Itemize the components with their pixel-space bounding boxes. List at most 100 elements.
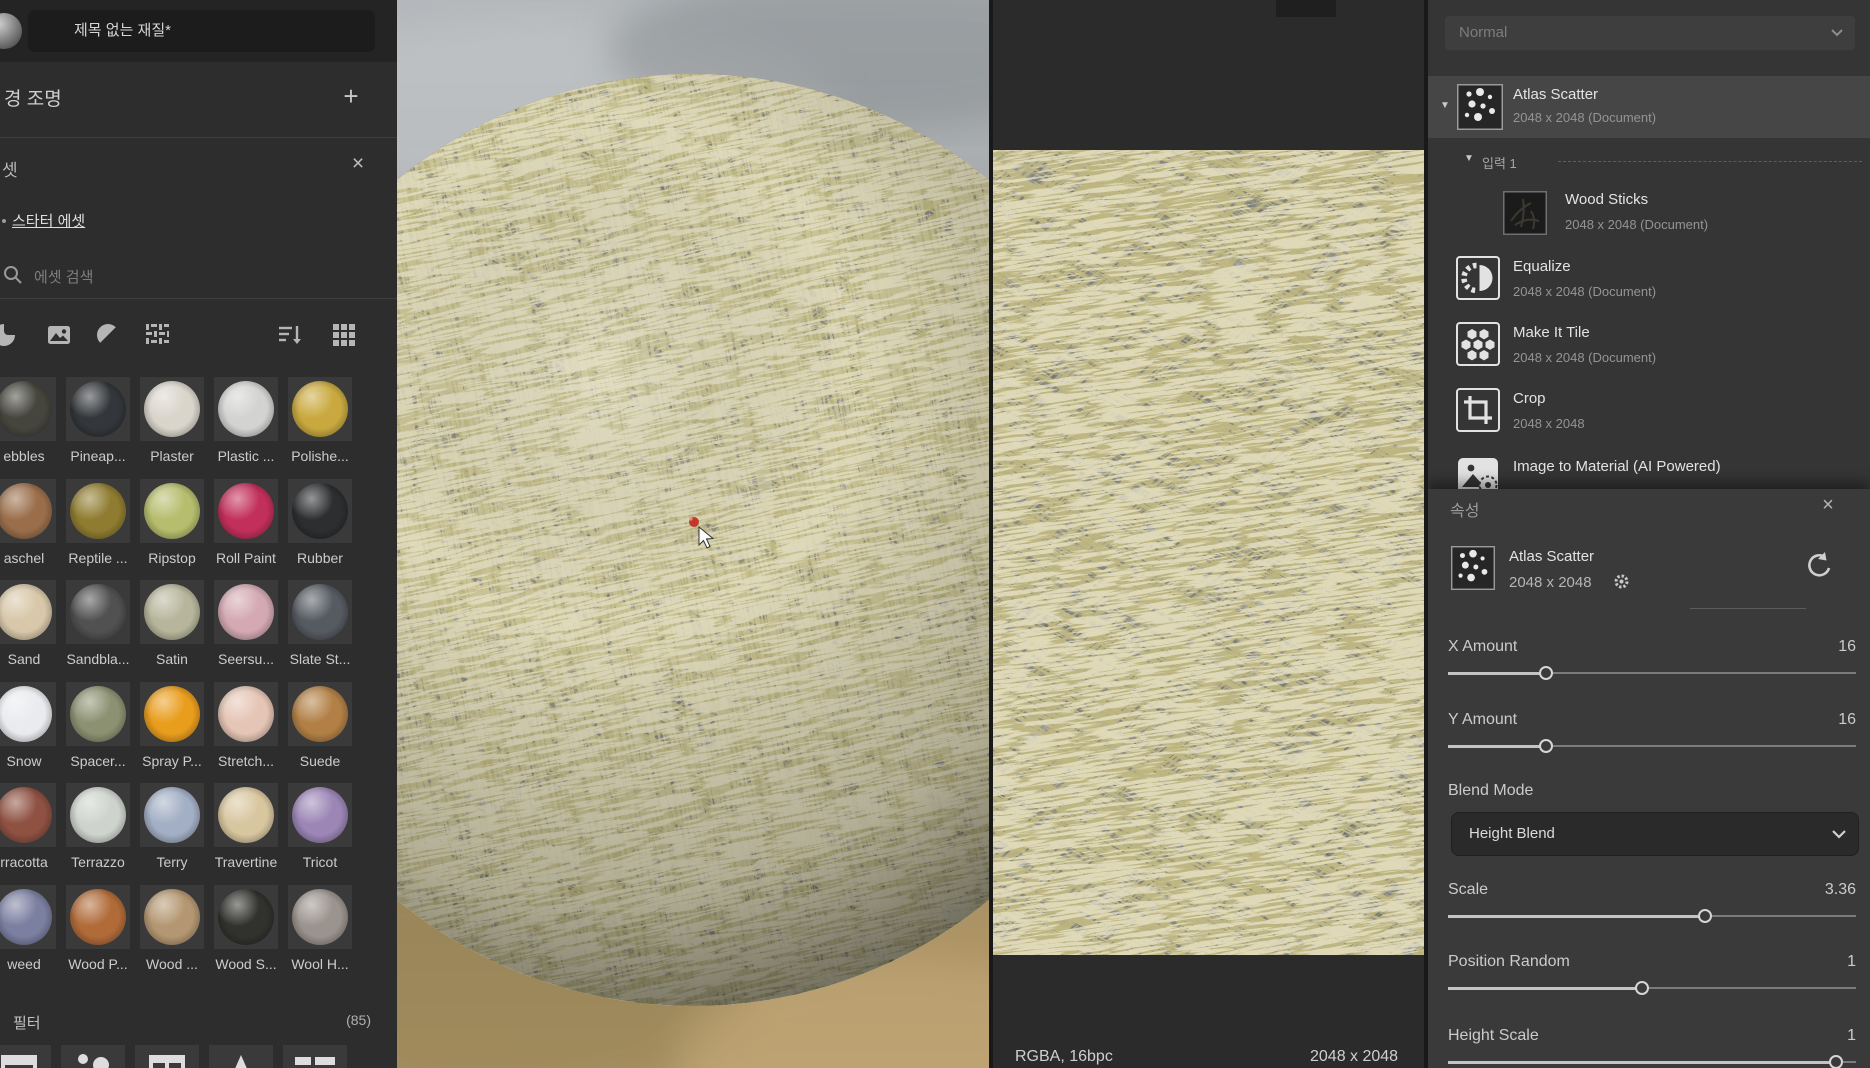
material-swatch-rubber[interactable]: Rubber	[283, 479, 357, 566]
layer-row-crop[interactable]: Crop 2048 x 2048	[1428, 384, 1870, 440]
grid-view-icon[interactable]	[331, 322, 357, 348]
material-thumbnail[interactable]	[0, 479, 56, 543]
slider-handle[interactable]	[1635, 981, 1649, 995]
material-thumbnail[interactable]	[66, 580, 130, 644]
material-swatch-polishe[interactable]: Polishe...	[283, 377, 357, 464]
material-thumbnail[interactable]	[214, 885, 278, 949]
asset-search-field[interactable]: 에셋 검색	[0, 260, 397, 292]
material-thumbnail[interactable]	[140, 479, 204, 543]
material-thumbnail[interactable]	[66, 682, 130, 746]
filter-section-label[interactable]: 필터	[13, 1012, 41, 1033]
material-swatch-wood[interactable]: Wood ...	[135, 885, 209, 972]
material-thumbnail[interactable]	[0, 783, 56, 847]
material-swatch-spacer[interactable]: Spacer...	[61, 682, 135, 769]
position-random-slider[interactable]	[1448, 981, 1856, 995]
material-swatch-stretch[interactable]: Stretch...	[209, 682, 283, 769]
material-swatch-reptile[interactable]: Reptile ...	[61, 479, 135, 566]
material-thumbnail[interactable]	[214, 479, 278, 543]
material-thumbnail[interactable]	[0, 377, 56, 441]
material-swatch-wood-p[interactable]: Wood P...	[61, 885, 135, 972]
material-sphere-icon[interactable]	[0, 322, 17, 348]
layer-row-make-it-tile[interactable]: Make It Tile 2048 x 2048 (Document)	[1428, 318, 1870, 374]
starter-assets-link[interactable]: 스타터 에셋	[12, 210, 85, 231]
material-swatch-suede[interactable]: Suede	[283, 682, 357, 769]
collapse-triangle-icon[interactable]: ▼	[1440, 100, 1450, 111]
layer-row-atlas-scatter[interactable]: ▼ Atlas Scatter 2048 x 2048 (Document)	[1428, 76, 1870, 138]
material-swatch-snow[interactable]: Snow	[0, 682, 61, 769]
slider-handle[interactable]	[1539, 666, 1553, 680]
param-value[interactable]: 3.36	[1825, 881, 1856, 899]
material-thumbnail[interactable]	[288, 377, 352, 441]
material-thumbnail[interactable]	[0, 682, 56, 746]
material-thumbnail[interactable]	[288, 479, 352, 543]
material-swatch-wool-h[interactable]: Wool H...	[283, 885, 357, 972]
layer-blend-dropdown[interactable]: Normal	[1445, 16, 1855, 50]
environment-light-row[interactable]: 경 조명 +	[0, 72, 397, 124]
param-value[interactable]: 16	[1838, 638, 1856, 656]
material-swatch-sandbla[interactable]: Sandbla...	[61, 580, 135, 667]
layer-row-image-to-material[interactable]: Image to Material (AI Powered)	[1428, 450, 1870, 490]
layer-row-wood-sticks[interactable]: Wood Sticks 2048 x 2048 (Document)	[1428, 186, 1870, 240]
material-swatch-plaster[interactable]: Plaster	[135, 377, 209, 464]
material-thumbnail[interactable]	[214, 682, 278, 746]
material-swatch-roll-paint[interactable]: Roll Paint	[209, 479, 283, 566]
material-thumbnail[interactable]	[214, 377, 278, 441]
material-swatch-satin[interactable]: Satin	[135, 580, 209, 667]
filter-tile-stripes-icon[interactable]	[283, 1045, 347, 1068]
slider-handle[interactable]	[1698, 909, 1712, 923]
slider-handle[interactable]	[1539, 739, 1553, 753]
material-swatch-slate-st[interactable]: Slate St...	[283, 580, 357, 667]
filter-tile-mountain-icon[interactable]	[209, 1045, 273, 1068]
collapse-triangle-icon[interactable]: ▼	[1464, 153, 1474, 164]
material-swatch-spray-p[interactable]: Spray P...	[135, 682, 209, 769]
material-thumbnail[interactable]	[288, 580, 352, 644]
input-group-row[interactable]: ▼ 입력 1	[1428, 150, 1870, 172]
material-swatch-sand[interactable]: Sand	[0, 580, 61, 667]
param-value[interactable]: 1	[1847, 953, 1856, 971]
material-thumbnail[interactable]	[66, 377, 130, 441]
viewport-2d[interactable]: RGBA, 16bpc 2048 x 2048	[993, 0, 1424, 1068]
close-icon[interactable]: ×	[346, 152, 370, 176]
material-swatch-weed[interactable]: weed	[0, 885, 61, 972]
material-swatch-terrazzo[interactable]: Terrazzo	[61, 783, 135, 870]
viewport-3d[interactable]	[397, 0, 989, 1068]
filter-tile-scatter-icon[interactable]	[61, 1045, 125, 1068]
material-swatch-plastic[interactable]: Plastic ...	[209, 377, 283, 464]
filter-tile-window-icon[interactable]	[0, 1045, 51, 1068]
material-thumbnail[interactable]	[0, 885, 56, 949]
material-swatch-rracotta[interactable]: rracotta	[0, 783, 61, 870]
x-amount-slider[interactable]	[1448, 666, 1856, 680]
material-thumbnail[interactable]	[140, 885, 204, 949]
material-thumbnail[interactable]	[140, 682, 204, 746]
height-scale-slider[interactable]	[1448, 1055, 1856, 1068]
slider-handle[interactable]	[1829, 1055, 1843, 1068]
material-swatch-ebbles[interactable]: ebbles	[0, 377, 61, 464]
material-name-box[interactable]: 제목 없는 재질*	[28, 10, 375, 52]
material-swatch-ripstop[interactable]: Ripstop	[135, 479, 209, 566]
filter-tile-table-icon[interactable]	[135, 1045, 199, 1068]
param-value[interactable]: 16	[1838, 711, 1856, 729]
material-thumbnail[interactable]	[288, 783, 352, 847]
layer-row-equalize[interactable]: Equalize 2048 x 2048 (Document)	[1428, 252, 1870, 308]
material-thumbnail[interactable]	[66, 885, 130, 949]
sort-icon[interactable]	[277, 322, 303, 348]
material-swatch-pineap[interactable]: Pineap...	[61, 377, 135, 464]
blend-mode-dropdown[interactable]: Height Blend	[1451, 812, 1859, 856]
close-icon[interactable]: ×	[1816, 493, 1840, 517]
material-swatch-wood-s[interactable]: Wood S...	[209, 885, 283, 972]
material-thumbnail[interactable]	[288, 682, 352, 746]
material-thumbnail[interactable]	[66, 479, 130, 543]
material-thumbnail[interactable]	[140, 580, 204, 644]
material-thumbnail[interactable]	[66, 783, 130, 847]
material-thumbnail[interactable]	[0, 580, 56, 644]
param-value[interactable]: 1	[1847, 1027, 1856, 1045]
gear-icon[interactable]	[1613, 573, 1630, 590]
reset-undo-icon[interactable]	[1804, 551, 1832, 579]
add-environment-button[interactable]: +	[336, 78, 366, 114]
material-thumbnail[interactable]	[140, 783, 204, 847]
material-swatch-travertine[interactable]: Travertine	[209, 783, 283, 870]
fabric-icon[interactable]	[144, 322, 170, 348]
material-swatch-aschel[interactable]: aschel	[0, 479, 61, 566]
material-swatch-terry[interactable]: Terry	[135, 783, 209, 870]
material-thumbnail[interactable]	[214, 580, 278, 644]
